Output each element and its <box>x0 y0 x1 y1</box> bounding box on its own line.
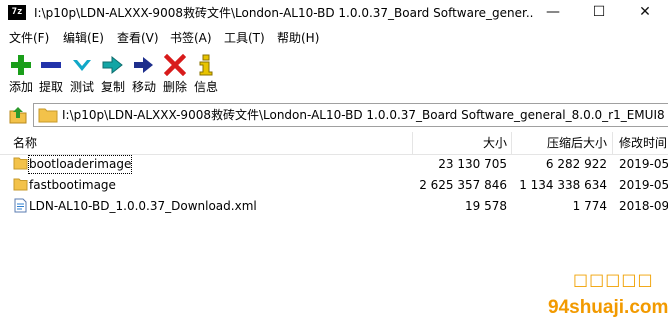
menu-bar: 文件(F) 编辑(E) 查看(V) 书签(A) 工具(T) 帮助(H) <box>0 28 668 48</box>
info-icon <box>199 54 213 76</box>
address-row: I:\p10p\LDN-ALXXX-9008救砖文件\London-AL10-B… <box>0 100 668 128</box>
column-size[interactable]: 大小 <box>414 135 507 151</box>
file-modified: 2018-09 <box>619 199 668 213</box>
app-logo-icon: 7z <box>8 5 26 20</box>
xml-file-icon <box>14 198 27 213</box>
info-button[interactable]: 信息 <box>193 54 219 98</box>
file-modified: 2019-05 <box>619 157 668 171</box>
file-size: 23 130 705 <box>438 157 507 171</box>
file-size: 19 578 <box>465 199 507 213</box>
menu-file[interactable]: 文件(F) <box>9 30 49 46</box>
column-packed-size[interactable]: 压缩后大小 <box>513 135 607 151</box>
info-label: 信息 <box>193 80 218 94</box>
menu-tools[interactable]: 工具(T) <box>224 30 265 46</box>
checkmark-icon <box>73 60 91 71</box>
watermark-url: 94shuaji.com <box>548 297 668 318</box>
plus-icon <box>11 55 31 75</box>
menu-help[interactable]: 帮助(H) <box>277 30 319 46</box>
close-button[interactable]: ✕ <box>622 0 668 26</box>
column-name[interactable]: 名称 <box>13 135 37 151</box>
column-divider[interactable] <box>412 132 413 154</box>
file-modified: 2019-05 <box>619 178 668 192</box>
folder-icon <box>13 178 28 191</box>
move-button[interactable]: 移动 <box>131 54 157 98</box>
file-packed-size: 1 774 <box>572 199 607 213</box>
table-row[interactable]: LDN-AL10-BD_1.0.0.37_Download.xml 19 578… <box>0 196 668 217</box>
delete-x-icon <box>164 54 186 76</box>
table-row[interactable]: bootloaderimage 23 130 705 6 282 922 201… <box>0 154 668 175</box>
file-size: 2 625 357 846 <box>419 178 507 192</box>
file-name: bootloaderimage <box>27 155 133 174</box>
add-label: 添加 <box>8 80 33 94</box>
watermark-text: □□□□□ <box>573 270 654 289</box>
toolbar: 添加 提取 测试 复制 移动 删除 信息 <box>0 50 668 98</box>
title-bar: 7z I:\p10p\LDN-ALXXX-9008救砖文件\London-AL1… <box>0 0 668 26</box>
delete-button[interactable]: 删除 <box>162 54 188 98</box>
file-name: fastbootimage <box>29 178 116 192</box>
copy-label: 复制 <box>100 80 125 94</box>
column-divider[interactable] <box>511 132 512 154</box>
folder-icon <box>13 157 28 170</box>
column-divider[interactable] <box>612 132 613 154</box>
table-row[interactable]: fastbootimage 2 625 357 846 1 134 338 63… <box>0 175 668 196</box>
folder-up-icon[interactable] <box>7 105 29 125</box>
extract-label: 提取 <box>38 80 63 94</box>
copy-arrow-icon <box>102 55 123 75</box>
move-arrow-icon <box>134 57 153 73</box>
test-label: 测试 <box>69 80 94 94</box>
address-bar[interactable]: I:\p10p\LDN-ALXXX-9008救砖文件\London-AL10-B… <box>33 103 668 127</box>
test-button[interactable]: 测试 <box>69 54 95 98</box>
file-packed-size: 1 134 338 634 <box>519 178 607 192</box>
column-modified[interactable]: 修改时间 <box>619 135 668 151</box>
menu-bookmarks[interactable]: 书签(A) <box>170 30 212 46</box>
file-packed-size: 6 282 922 <box>545 157 607 171</box>
move-label: 移动 <box>131 80 156 94</box>
minus-icon <box>41 62 61 68</box>
maximize-button[interactable]: ☐ <box>576 0 622 26</box>
extract-button[interactable]: 提取 <box>38 54 64 98</box>
delete-label: 删除 <box>162 80 187 94</box>
folder-icon <box>38 108 58 123</box>
copy-button[interactable]: 复制 <box>100 54 126 98</box>
add-button[interactable]: 添加 <box>8 54 34 98</box>
address-path[interactable]: I:\p10p\LDN-ALXXX-9008救砖文件\London-AL10-B… <box>62 106 668 124</box>
menu-view[interactable]: 查看(V) <box>117 30 159 46</box>
file-name: LDN-AL10-BD_1.0.0.37_Download.xml <box>29 199 257 213</box>
list-header: 名称 大小 压缩后大小 修改时间 <box>0 132 668 155</box>
minimize-button[interactable]: — <box>530 0 576 26</box>
window-title: I:\p10p\LDN-ALXXX-9008救砖文件\London-AL10-B… <box>34 6 534 20</box>
menu-edit[interactable]: 编辑(E) <box>63 30 104 46</box>
